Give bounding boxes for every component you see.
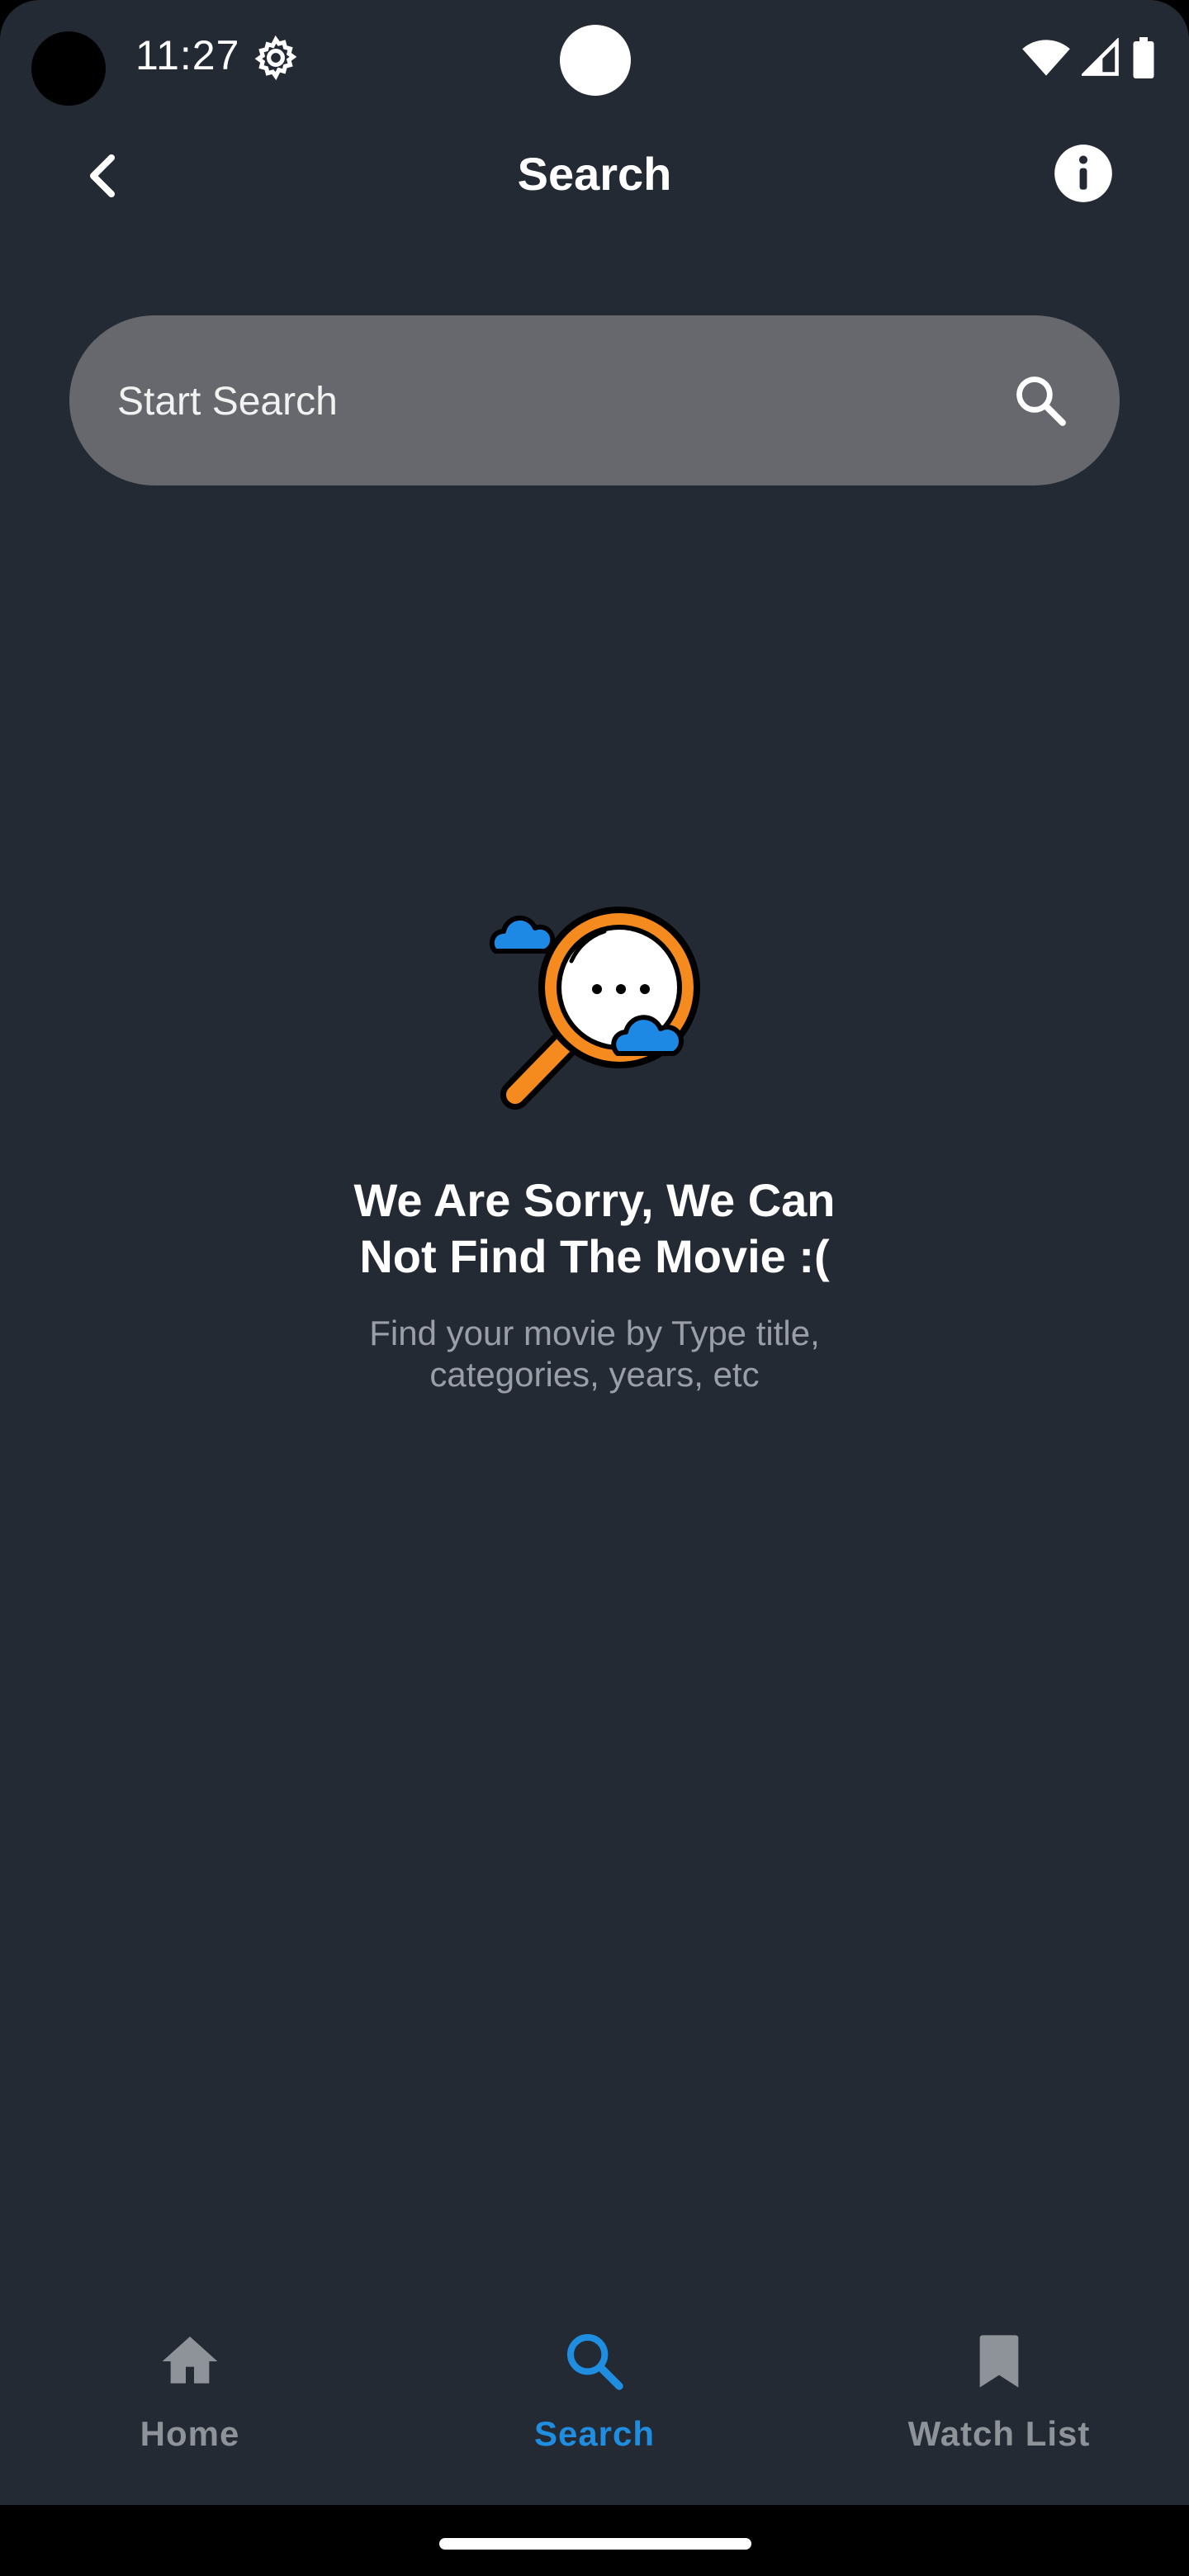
wifi-icon — [1022, 40, 1070, 76]
camera-cutout — [31, 31, 106, 106]
search-icon — [1016, 376, 1066, 426]
settings-gear-icon — [254, 35, 297, 81]
info-icon — [1054, 144, 1112, 202]
nav-item-home[interactable]: Home — [50, 2328, 330, 2493]
gesture-nav-area — [0, 2505, 1189, 2576]
cloud-left-icon — [489, 915, 556, 954]
page-title: Search — [517, 148, 672, 200]
nav-label-home: Home — [140, 2414, 240, 2453]
empty-state-title: We Are Sorry, We Can Not Find The Movie … — [0, 1172, 1189, 1285]
bottom-navigation: Home Search Watch List — [0, 2295, 1189, 2502]
nav-label-watch-list: Watch List — [907, 2414, 1091, 2453]
search-screen: 11:27 Search Start Search We Are Sorry, … — [0, 0, 1189, 2576]
bookmark-icon — [979, 2335, 1019, 2388]
search-bar — [69, 315, 1120, 487]
magnifier-illustration — [489, 907, 700, 1110]
nav-label-search: Search — [533, 2414, 656, 2453]
status-icons — [1022, 35, 1156, 81]
nav-item-watch-list[interactable]: Watch List — [859, 2328, 1139, 2493]
empty-subtitle-line-1: Find your movie by Type title, — [369, 1314, 820, 1352]
empty-state-subtitle: Find your movie by Type title, categorie… — [0, 1313, 1189, 1395]
empty-title-line-1: We Are Sorry, We Can — [353, 1174, 836, 1226]
nav-item-search[interactable]: Search — [454, 2328, 735, 2493]
search-input[interactable] — [116, 315, 945, 487]
home-icon — [162, 2337, 218, 2384]
front-camera-dot — [560, 25, 631, 96]
battery-icon — [1133, 37, 1154, 78]
status-time: 11:27 — [135, 32, 240, 78]
empty-subtitle-line-2: categories, years, etc — [429, 1355, 760, 1394]
home-indicator[interactable] — [439, 2538, 751, 2550]
app-bar: Search — [0, 124, 1189, 228]
search-submit-button[interactable] — [1001, 361, 1080, 440]
empty-title-line-2: Not Find The Movie :( — [359, 1230, 830, 1282]
cell-signal-icon — [1082, 38, 1119, 76]
status-bar: 11:27 — [0, 0, 1189, 116]
info-button[interactable] — [1052, 142, 1115, 205]
search-icon — [567, 2334, 623, 2390]
